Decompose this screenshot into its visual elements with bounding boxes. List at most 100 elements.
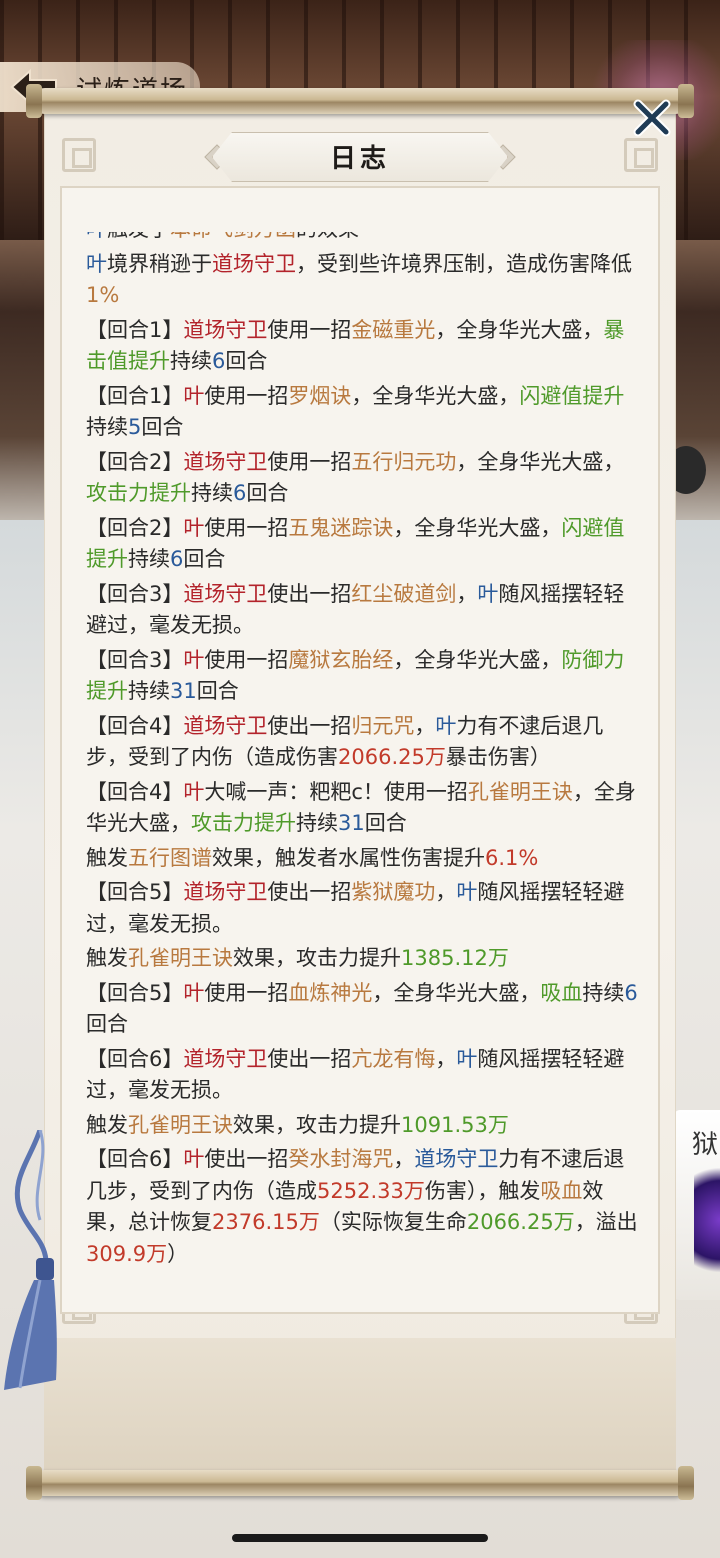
log-segment: 【回合6】 [86,1046,184,1071]
log-segment: 闪避值提升 [519,383,625,408]
log-segment: 红尘破道剑 [351,581,457,606]
log-segment: 2376.15万 [212,1210,320,1234]
log-segment: 持续 [86,415,128,439]
log-segment: 叶 [183,1147,205,1171]
log-segment: 亢龙有悔 [351,1046,436,1071]
corner-ornament [624,138,658,172]
log-segment: ， [414,713,436,738]
log-segment: 【回合2】 [86,449,184,474]
log-segment: 罗烟诀 [288,383,352,408]
log-entry: 【回合1】道场守卫使用一招金磁重光，全身华光大盛，暴击值提升持续6回合 [86,315,640,378]
log-segment: 使出一招 [267,713,352,738]
log-segment: 吸血 [540,980,583,1005]
log-segment: ， [435,1046,457,1071]
log-entry: 【回合2】叶使用一招五鬼迷踪诀，全身华光大盛，闪避值提升持续6回合 [86,513,640,576]
battle-log[interactable]: 叶触发了本命飞剑万函的效果叶境界稍逊于道场守卫，受到些许境界压制，造成伤害降低1… [86,232,640,1304]
log-segment: 使出一招 [267,880,352,904]
log-segment: 【回合1】 [86,383,184,408]
log-segment: 伤害），触发 [424,1178,541,1203]
log-segment: 使用一招 [204,515,289,540]
log-segment: 触发 [86,1112,128,1137]
log-segment: 持续 [128,679,170,703]
log-segment: 金磁重光 [351,317,436,342]
log-segment: ） [167,1241,189,1266]
log-segment: ， [435,880,457,904]
log-segment: 回合 [183,547,226,571]
log-entry: 【回合1】叶使用一招罗烟诀，全身华光大盛，闪避值提升持续5回合 [86,381,640,444]
log-segment: 叶 [456,880,478,904]
log-entry: 【回合5】叶使用一招血炼神光，全身华光大盛，吸血持续6 回合 [86,978,640,1041]
log-segment: 【回合5】 [86,980,184,1005]
log-segment: 五鬼迷踪诀 [288,515,394,540]
log-segment: 【回合3】 [86,647,184,672]
log-segment: 叶 [183,980,205,1005]
scroll-rod-bottom [26,1466,694,1500]
log-segment: ，全身华光大盛， [393,647,562,672]
log-segment: 血炼神光 [288,980,373,1005]
log-segment: 5252.33万 [317,1178,425,1203]
log-segment: 【回合1】 [86,317,184,342]
log-segment: 使用一招 [204,383,289,408]
log-segment: ，受到些许境界压制，造成伤害降低 [296,251,632,276]
log-segment: 31 [170,679,197,703]
log-segment: 309.9万 [86,1241,168,1266]
log-segment: 孔雀明王诀 [467,779,573,804]
log-segment: 道场守卫 [212,251,296,276]
log-segment: 持续 [128,547,170,571]
log-segment: 使用一招 [267,317,352,342]
log-segment: 孔雀明王诀 [128,1112,233,1137]
background-side-label: 狱 [691,1130,718,1160]
log-segment: 叶 [456,1046,478,1071]
log-segment: ，全身华光大盛， [372,980,541,1005]
log-segment: 癸水封海咒 [288,1147,394,1171]
log-segment: ，全身华光大盛， [435,317,604,342]
log-segment: 叶 [183,383,205,408]
log-segment: 6 [624,980,638,1005]
log-segment: 触发了 [107,232,170,241]
dialog-title: 日志 [329,144,390,174]
log-segment: 攻击力提升 [86,481,191,505]
background-orb [694,1160,720,1280]
log-segment: 的效果 [296,232,359,241]
log-segment: 【回合6】 [86,1147,184,1171]
log-segment: 本命飞剑万函 [170,232,296,241]
log-segment: 使用一招 [204,647,289,672]
log-segment: 大喊一声：粑粑c！使用一招 [204,779,468,804]
log-segment: 叶 [183,647,205,672]
log-segment: 持续 [582,980,625,1005]
log-entry: 触发孔雀明王诀效果，攻击力提升1091.53万 [86,1110,640,1142]
log-segment: 叶 [183,515,205,540]
scroll-paper-lower [44,1338,676,1478]
log-segment: 境界稍逊于 [107,251,212,276]
log-segment: ， [456,581,478,606]
log-segment: 道场守卫 [183,1046,268,1071]
log-segment: 魔狱玄胎经 [288,647,394,672]
log-segment: ，溢出 [574,1210,638,1234]
log-segment: 道场守卫 [183,581,268,606]
log-segment: 持续 [191,481,233,505]
log-entry: 【回合6】道场守卫使出一招亢龙有悔，叶随风摇摆轻轻避过，毫发无损。 [86,1044,640,1107]
log-segment: 6.1% [485,845,539,870]
scroll-rod-top [26,84,694,118]
log-segment: 吸血 [540,1178,583,1203]
log-segment: 叶 [86,232,107,241]
log-segment: 使出一招 [204,1147,289,1171]
log-segment: 触发 [86,845,128,870]
log-segment: 6 [212,349,226,373]
log-segment: 31 [338,811,365,835]
log-segment: 五行归元功 [351,449,457,474]
log-segment: 触发 [86,946,128,970]
log-entry: 叶境界稍逊于道场守卫，受到些许境界压制，造成伤害降低 1% [86,249,640,312]
log-segment: 回合 [225,349,268,373]
log-segment: 叶 [435,713,457,738]
log-segment: 持续 [170,349,212,373]
log-entry: 触发五行图谱效果，触发者水属性伤害提升6.1% [86,843,640,875]
log-segment: 叶 [477,581,499,606]
log-segment: 效果，触发者水属性伤害提升 [212,845,485,870]
log-segment: 孔雀明王诀 [128,946,233,970]
close-button[interactable] [632,98,672,138]
log-segment: 使出一招 [267,1046,352,1071]
log-segment: 1091.53万 [401,1112,509,1137]
log-segment: 叶 [183,779,205,804]
close-icon [633,99,671,137]
